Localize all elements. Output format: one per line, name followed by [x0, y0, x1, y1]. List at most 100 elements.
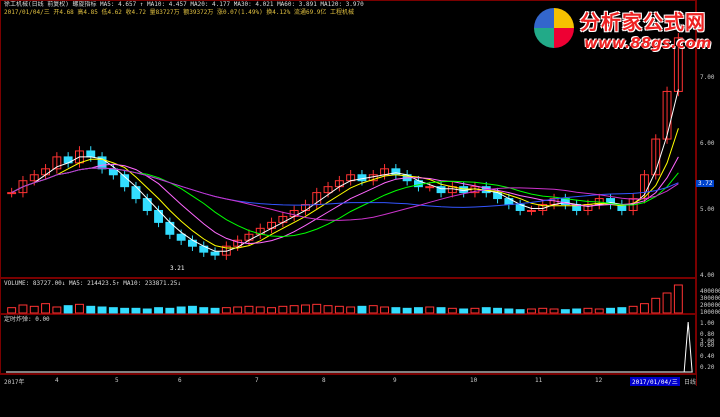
- volume-bar: [221, 307, 231, 314]
- volume-bar: [470, 307, 480, 314]
- volume-bar: [572, 308, 582, 314]
- volume-bar: [447, 307, 457, 314]
- y-price-label: 6.00: [700, 140, 715, 147]
- volume-bar: [74, 303, 84, 314]
- volume-bar: [7, 307, 17, 314]
- volume-bar: [538, 307, 548, 314]
- volume-bar: [52, 306, 62, 314]
- candle-body: [86, 150, 96, 158]
- volume-bar: [267, 307, 277, 314]
- volume-bar: [187, 305, 197, 314]
- volume-bar: [334, 305, 344, 314]
- volume-bar: [165, 307, 175, 314]
- candle-body: [142, 198, 152, 211]
- volume-bar: [391, 307, 401, 314]
- y-price-label: 7.00: [700, 74, 715, 81]
- volume-bar: [255, 306, 265, 314]
- x-axis-label: 10: [470, 377, 478, 384]
- volume-bar: [606, 307, 616, 314]
- candle-body: [526, 209, 536, 212]
- volume-bar: [289, 305, 299, 314]
- candle-body: [391, 168, 401, 176]
- indicator-line: [6, 321, 693, 373]
- y-indicator-label: 0.60: [700, 342, 715, 349]
- x-axis-label: 11: [535, 377, 543, 384]
- volume-bar: [526, 308, 536, 314]
- volume-bar: [300, 304, 310, 314]
- y-indicator-label: 0.20: [700, 364, 715, 371]
- low-price-label: 3.21: [170, 265, 185, 272]
- x-axis: 2017年4567891011122018日线2017/01/04/三: [0, 374, 696, 387]
- volume-bar: [18, 304, 28, 314]
- volume-bar: [346, 306, 356, 314]
- volume-bar: [323, 305, 333, 314]
- volume-bar: [108, 307, 118, 314]
- volume-bar: [560, 309, 570, 314]
- candle-body: [504, 198, 514, 206]
- volume-bar: [233, 306, 243, 314]
- volume-bar: [549, 308, 559, 314]
- volume-bar: [41, 303, 51, 314]
- volume-bar: [481, 307, 491, 314]
- volume-bar: [639, 303, 649, 314]
- x-axis-label: 日线: [684, 379, 697, 386]
- volume-bar: [312, 303, 322, 314]
- volume-bar: [142, 308, 152, 314]
- volume-bar: [244, 305, 254, 314]
- volume-bar: [594, 308, 604, 314]
- volume-bar: [120, 307, 130, 314]
- x-axis-label: 12: [595, 377, 603, 384]
- volume-bar: [199, 307, 209, 314]
- watermark: 分析家公式网 www.88gs.com: [500, 2, 718, 58]
- y-volume-label: 200000: [700, 302, 720, 309]
- volume-bar: [357, 305, 367, 314]
- x-axis-label: 4: [55, 377, 59, 384]
- volume-bar: [63, 305, 73, 314]
- x-axis-label: 9: [393, 377, 397, 384]
- y-price-label: 4.00: [700, 272, 715, 279]
- volume-bar: [662, 292, 672, 314]
- y-volume-label: 100000: [700, 309, 720, 316]
- current-price-tag: 3.72: [696, 180, 715, 187]
- x-axis-label: 7: [255, 377, 259, 384]
- candle-body: [210, 251, 220, 256]
- y-indicator-label: 0.80: [700, 331, 715, 338]
- volume-bar: [154, 307, 164, 314]
- ma-line-ma10: [11, 128, 679, 249]
- y-volume-label: 300000: [700, 295, 720, 302]
- volume-bar: [504, 308, 514, 314]
- x-axis-label: 5: [115, 377, 119, 384]
- y-price-label: 5.00: [700, 206, 715, 213]
- volume-bar: [515, 309, 525, 314]
- volume-bar: [368, 305, 378, 314]
- volume-bar: [176, 306, 186, 314]
- y-indicator-label: 0.40: [700, 353, 715, 360]
- pinwheel-logo-icon: [534, 8, 574, 48]
- y-volume-label: 400000: [700, 288, 720, 295]
- volume-bar: [380, 306, 390, 314]
- candle-body: [425, 186, 435, 189]
- volume-bar: [583, 307, 593, 314]
- volume-bar: [673, 284, 683, 314]
- volume-bar: [651, 297, 661, 314]
- candle-body: [7, 192, 17, 195]
- volume-bar: [617, 307, 627, 314]
- volume-bar: [425, 306, 435, 314]
- watermark-title: 分析家公式网: [580, 10, 706, 34]
- x-axis-label: 2017年: [4, 379, 25, 386]
- watermark-url: www.88gs.com: [584, 34, 712, 52]
- volume-bar: [131, 307, 141, 314]
- candle-body: [154, 209, 164, 223]
- y-indicator-label: 1.00: [700, 320, 715, 327]
- volume-bar: [413, 307, 423, 314]
- volume-bar: [210, 307, 220, 314]
- volume-bar: [459, 308, 469, 314]
- volume-bar: [97, 306, 107, 314]
- ma-line-ma120: [11, 167, 679, 221]
- volume-bar: [29, 305, 39, 314]
- volume-bar: [436, 307, 446, 314]
- volume-bar: [628, 305, 638, 314]
- x-axis-label: 8: [322, 377, 326, 384]
- volume-bar: [86, 305, 96, 314]
- selected-date-tag: 2017/01/04/三: [630, 377, 680, 386]
